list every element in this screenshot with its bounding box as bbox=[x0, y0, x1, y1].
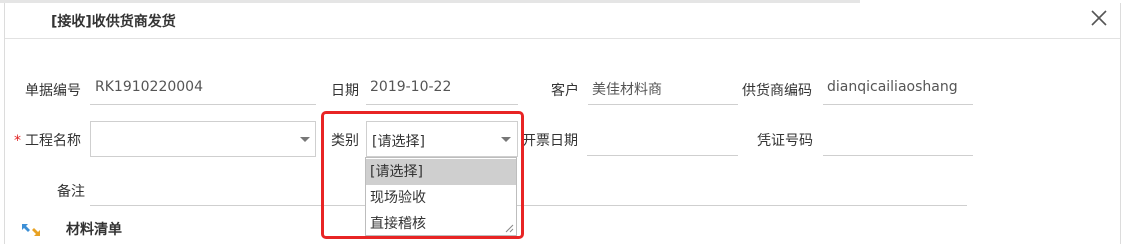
supplier-code-label: 供货商编码 bbox=[742, 83, 812, 99]
customer-underline bbox=[588, 104, 738, 105]
dialog-title: [接收]收供货商发货 bbox=[51, 14, 176, 30]
customer-value[interactable]: 美佳材料商 bbox=[592, 79, 662, 99]
dialog-header: [接收]收供货商发货 bbox=[5, 3, 1120, 39]
doc-no-underline bbox=[90, 104, 316, 105]
customer-label: 客户 bbox=[551, 83, 579, 99]
invoice-date-label: 开票日期 bbox=[522, 133, 578, 149]
voucher-no-label: 凭证号码 bbox=[757, 133, 813, 149]
remark-label: 备注 bbox=[57, 184, 85, 200]
category-dropdown-list: [请选择] 现场验收 直接稽核 bbox=[365, 157, 517, 236]
resize-grip-icon[interactable] bbox=[505, 224, 514, 233]
voucher-no-input[interactable] bbox=[823, 121, 973, 156]
project-label-text: 工程名称 bbox=[25, 133, 81, 149]
chevron-down-icon bbox=[501, 137, 511, 142]
project-label: * 工程名称 bbox=[14, 130, 81, 150]
date-underline bbox=[366, 104, 518, 105]
doc-no-label: 单据编号 bbox=[25, 83, 81, 99]
category-option[interactable]: 直接稽核 bbox=[366, 211, 516, 237]
category-option[interactable]: [请选择] bbox=[366, 159, 516, 185]
invoice-date-input[interactable] bbox=[587, 121, 738, 156]
category-label: 类别 bbox=[331, 133, 359, 149]
chevron-down-icon bbox=[300, 137, 310, 142]
arrows-icon bbox=[22, 224, 40, 236]
doc-no-value[interactable]: RK1910220004 bbox=[95, 79, 203, 95]
supplier-code-value[interactable]: dianqicailiaoshang bbox=[827, 79, 958, 95]
required-mark: * bbox=[14, 133, 21, 149]
project-select[interactable] bbox=[90, 121, 316, 157]
category-select[interactable]: [请选择] bbox=[366, 121, 518, 157]
date-label: 日期 bbox=[331, 83, 359, 99]
category-option[interactable]: 现场验收 bbox=[366, 185, 516, 211]
section-title: 材料清单 bbox=[66, 222, 122, 238]
supplier-code-underline bbox=[823, 104, 973, 105]
remark-input[interactable] bbox=[90, 205, 967, 206]
date-value[interactable]: 2019-10-22 bbox=[370, 79, 451, 95]
category-select-value: [请选择] bbox=[372, 134, 425, 150]
close-icon[interactable] bbox=[1088, 7, 1110, 29]
